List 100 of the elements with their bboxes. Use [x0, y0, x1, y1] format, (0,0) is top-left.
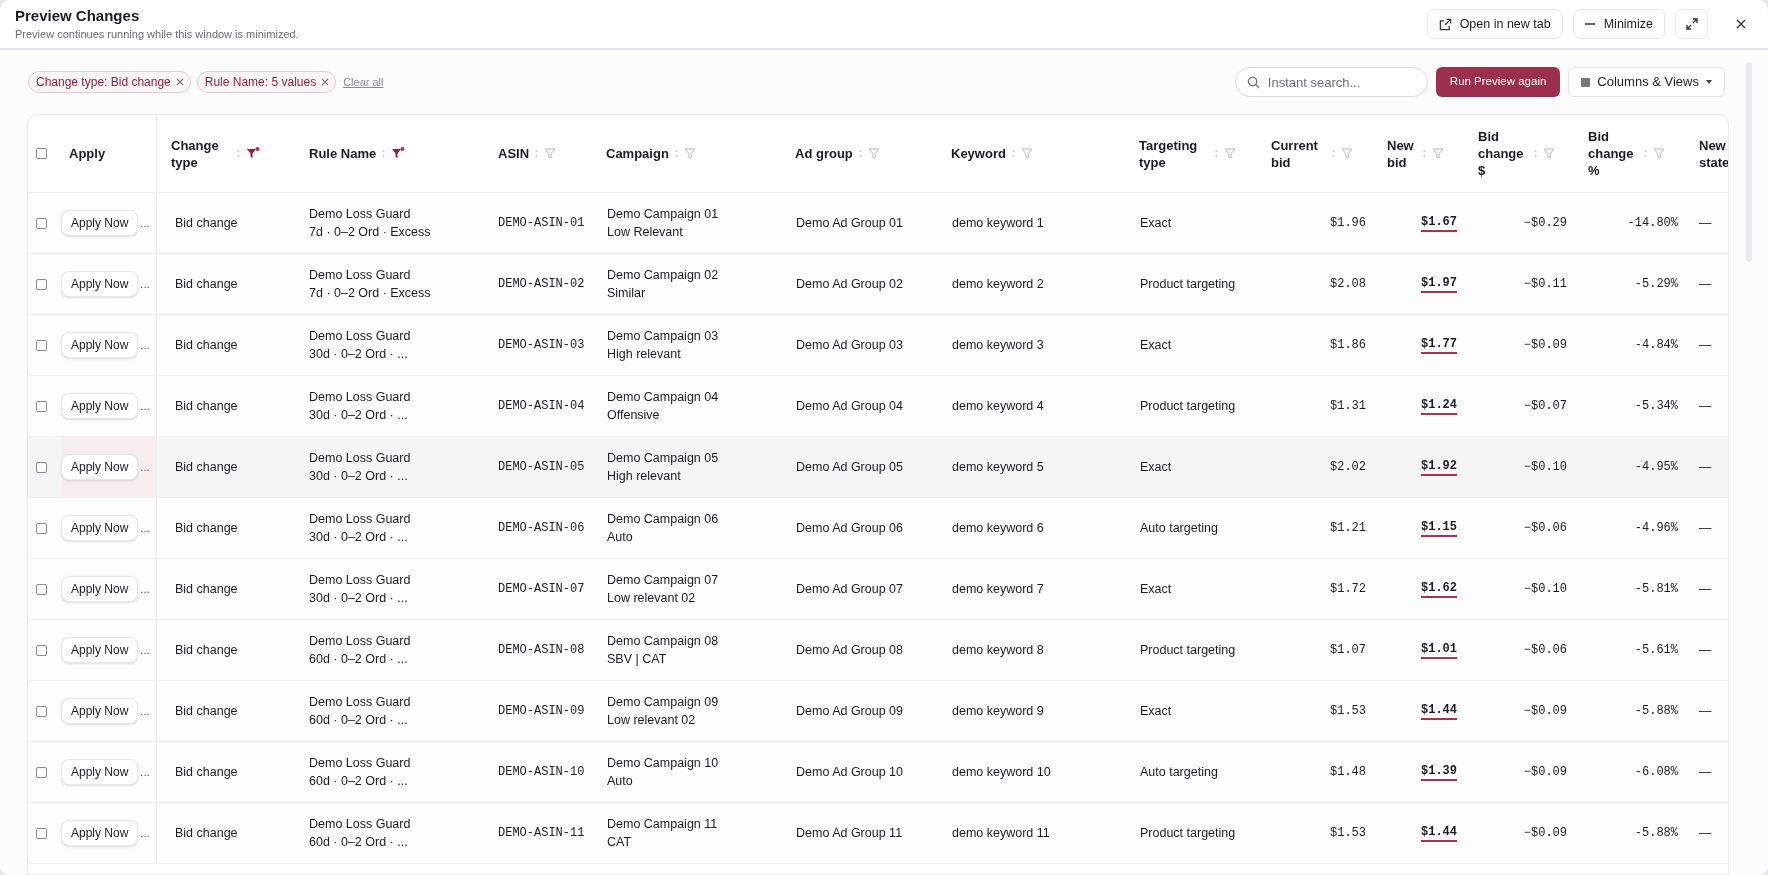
campaign-name-detail: Low Relevant — [607, 224, 684, 241]
run-preview-button[interactable]: Run Preview again — [1435, 67, 1561, 97]
table-cell-text: −$0.11 — [1523, 276, 1567, 293]
rule-name-detail: 60d · 0–2 Ord · ... — [309, 712, 409, 729]
table-row[interactable]: Apply Now ... Bid change Demo Loss Guard 30d · 0–2 Ord · ... DEMO-ASIN-07 Demo Campaign 07 Low relevant 02 Demo Ad Group 07 demo keyword 7 Exact $1.72 $1.62 −$0.10 -5.81% — — [28, 559, 1728, 620]
table-row[interactable]: Apply Now ... Bid change Demo Loss Guard 30d · 0–2 Ord · ... DEMO-ASIN-03 Demo Campaign 03 High relevant Demo Ad Group 03 demo keyword 3 Exact $1.86 $1.77 −$0.09 -4.84% — — [28, 315, 1728, 376]
table-row[interactable]: Apply Now ... Bid change Demo Loss Guard 30d · 0–2 Ord · ... DEMO-ASIN-05 Demo Campaign 05 High relevant Demo Ad Group 05 demo keyword 5 Exact $2.02 $1.92 −$0.10 -4.95% — — [28, 437, 1728, 498]
table-row[interactable]: Apply Now ... Bid change Demo Loss Guard 7d · 0–2 Ord · Excess DEMO-ASIN-01 Demo Campaign 01 Low Relevant Demo Ad Group 01 demo keyword 1 Exact $1.96 $1.67 −$0.29 -14.80% — — [28, 193, 1728, 254]
checkbox[interactable] — [36, 148, 47, 159]
table-cell-text: Exact — [1140, 580, 1172, 598]
checkbox[interactable] — [36, 644, 47, 656]
column-header[interactable]: Bid change % — [1588, 128, 1638, 179]
rule-name: Demo Loss Guard — [309, 755, 412, 772]
filter-chip[interactable]: Change type: Bid change — [28, 71, 191, 93]
checkbox[interactable] — [36, 400, 47, 412]
campaign-name-detail: CAT — [607, 834, 633, 851]
column-header[interactable]: ASIN — [498, 145, 530, 162]
checkbox[interactable] — [36, 339, 47, 351]
search-field[interactable]: Instant search... — [1234, 67, 1428, 97]
table-cell-text: demo keyword 8 — [952, 641, 1044, 659]
apply-now-button[interactable]: Apply Now — [61, 576, 139, 602]
checkbox[interactable] — [36, 827, 47, 839]
columns-views-button[interactable]: Columns & Views — [1568, 67, 1725, 97]
checkbox[interactable] — [36, 766, 47, 778]
apply-now-button[interactable]: Apply Now — [61, 454, 139, 480]
new-bid-value: $1.92 — [1421, 458, 1457, 476]
minimize-button[interactable]: Minimize — [1572, 9, 1665, 39]
apply-now-button[interactable]: Apply Now — [61, 332, 139, 358]
campaign-name-detail: Similar — [607, 285, 647, 302]
table-row[interactable]: Apply Now ... Bid change Demo Loss Guard 60d · 0–2 Ord · ... DEMO-ASIN-11 Demo Campaign 11 CAT Demo Ad Group 11 demo keyword 11 Product targeting $1.53 $1.44 −$0.09 -5.88% — — [28, 803, 1728, 864]
column-header[interactable]: Current bid — [1271, 136, 1326, 171]
checkbox[interactable] — [36, 278, 47, 290]
table-cell-text: Bid change — [175, 397, 238, 415]
apply-now-button[interactable]: Apply Now — [61, 698, 139, 724]
apply-now-button[interactable]: Apply Now — [61, 271, 139, 297]
table-cell-text: — — [1699, 458, 1712, 476]
close-icon — [1736, 19, 1746, 29]
expand-button[interactable] — [1675, 9, 1708, 39]
checkbox[interactable] — [36, 522, 47, 534]
table-cell-text: −$0.29 — [1523, 215, 1567, 232]
table-cell-text: Product targeting — [1140, 397, 1236, 415]
apply-now-button[interactable]: Apply Now — [61, 393, 139, 419]
checkbox[interactable] — [36, 461, 47, 473]
table-cell-text: Auto targeting — [1140, 519, 1218, 537]
column-header[interactable]: New bid — [1387, 136, 1417, 171]
table-cell-text: $1.96 — [1330, 215, 1366, 232]
table-cell-text: -4.84% — [1634, 337, 1678, 354]
table-cell-text: — — [1699, 580, 1712, 598]
filter-icon[interactable] — [246, 147, 260, 160]
table-cell-text: -5.88% — [1634, 703, 1678, 720]
rule-name-detail: 30d · 0–2 Ord · ... — [309, 468, 409, 485]
table-row[interactable]: Apply Now ... Bid change Demo Loss Guard 60d · 0–2 Ord · ... DEMO-ASIN-09 Demo Campaign 09 Low relevant 02 Demo Ad Group 09 demo keyword 9 Exact $1.53 $1.44 −$0.09 -5.88% — — [28, 681, 1728, 742]
table-row[interactable]: Apply Now ... Bid change Demo Loss Guard 7d · 0–2 Ord · Excess DEMO-ASIN-02 Demo Campaign 02 Similar Demo Ad Group 02 demo keyword 2 Product targeting $2.08 $1.97 −$0.11 -5.29% — — [28, 254, 1728, 315]
rule-name-detail: 30d · 0–2 Ord · ... — [309, 529, 409, 546]
checkbox[interactable] — [36, 583, 47, 595]
new-bid-value: $1.44 — [1421, 702, 1457, 720]
column-header[interactable]: Apply — [69, 145, 106, 162]
drag-handle-icon — [858, 149, 862, 158]
apply-now-button[interactable]: Apply Now — [61, 210, 139, 236]
table-row[interactable]: Apply Now ... Bid change Demo Loss Guard 30d · 0–2 Ord · ... DEMO-ASIN-06 Demo Campaign 06 Auto Demo Ad Group 06 demo keyword 6 Auto targeting $1.21 $1.15 −$0.06 -4.96% — — [28, 498, 1728, 559]
apply-now-button[interactable]: Apply Now — [61, 637, 139, 663]
table-row[interactable]: Apply Now ... Bid change Demo Loss Guard 60d · 0–2 Ord · ... DEMO-ASIN-10 Demo Campaign 10 Auto Demo Ad Group 10 demo keyword 10 Auto targeting $1.48 $1.39 −$0.09 -6.08% — — [28, 742, 1728, 803]
apply-now-button[interactable]: Apply Now — [61, 515, 139, 541]
column-header[interactable]: Campaign — [606, 145, 669, 162]
column-header[interactable]: Ad group — [795, 145, 853, 162]
more-text: ... — [140, 337, 150, 353]
table-row[interactable]: Apply Now ... Bid change Demo Loss Guard 30d · 0–2 Ord · ... DEMO-ASIN-04 Demo Campaign 04 Offensive Demo Ad Group 04 demo keyword 4 Product targeting $1.31 $1.24 −$0.07 -5.34% — — [28, 376, 1728, 437]
campaign-name-detail: SBV | CAT — [607, 651, 668, 668]
filter-icon[interactable] — [391, 147, 406, 160]
table-cell-text: Demo Ad Group 06 — [796, 519, 903, 537]
rule-name-detail: 7d · 0–2 Ord · Excess — [309, 285, 432, 302]
table-row[interactable]: Apply Now ... Bid change Demo Loss Guard 60d · 0–2 Ord · ... DEMO-ASIN-08 Demo Campaign 08 SBV | CAT Demo Ad Group 08 demo keyword 8 Product targeting $1.07 $1.01 −$0.06 -5.61% — — [28, 620, 1728, 681]
table-cell-text: demo keyword 10 — [952, 763, 1051, 781]
column-header[interactable]: Rule Name — [309, 145, 377, 162]
campaign-name: Demo Campaign 08 — [607, 633, 720, 650]
campaign-name-detail: Offensive — [607, 407, 661, 424]
open-in-new-tab-button[interactable]: Open in new tab — [1426, 9, 1563, 39]
campaign-name-detail: High relevant — [607, 468, 682, 485]
table-cell-text: -5.29% — [1634, 276, 1678, 293]
column-header[interactable]: Keyword — [951, 145, 1006, 162]
column-header[interactable]: Change type — [171, 136, 231, 171]
asin-cell-text: DEMO-ASIN-01 — [498, 215, 585, 232]
clear-all-link[interactable]: Clear all — [343, 73, 384, 91]
table-cell-text: $1.53 — [1330, 825, 1366, 842]
apply-now-button[interactable]: Apply Now — [61, 820, 139, 846]
filter-chip[interactable]: Rule Name: 5 values — [196, 71, 337, 93]
column-header[interactable]: Targeting type — [1139, 136, 1209, 171]
campaign-name: Demo Campaign 05 — [607, 450, 720, 467]
checkbox[interactable] — [36, 705, 47, 717]
new-bid-value: $1.77 — [1421, 336, 1457, 354]
campaign-name: Demo Campaign 06 — [607, 511, 720, 528]
checkbox[interactable] — [36, 217, 47, 229]
table-cell-text: $1.31 — [1330, 398, 1366, 415]
table-cell-text: — — [1699, 702, 1712, 720]
table-cell-text: — — [1699, 336, 1712, 354]
column-header[interactable]: Bid change $ — [1478, 128, 1528, 179]
drag-handle-icon — [674, 149, 678, 158]
rule-name: Demo Loss Guard — [309, 816, 412, 833]
apply-now-button[interactable]: Apply Now — [61, 759, 139, 785]
asin-cell-text: DEMO-ASIN-08 — [498, 642, 585, 659]
